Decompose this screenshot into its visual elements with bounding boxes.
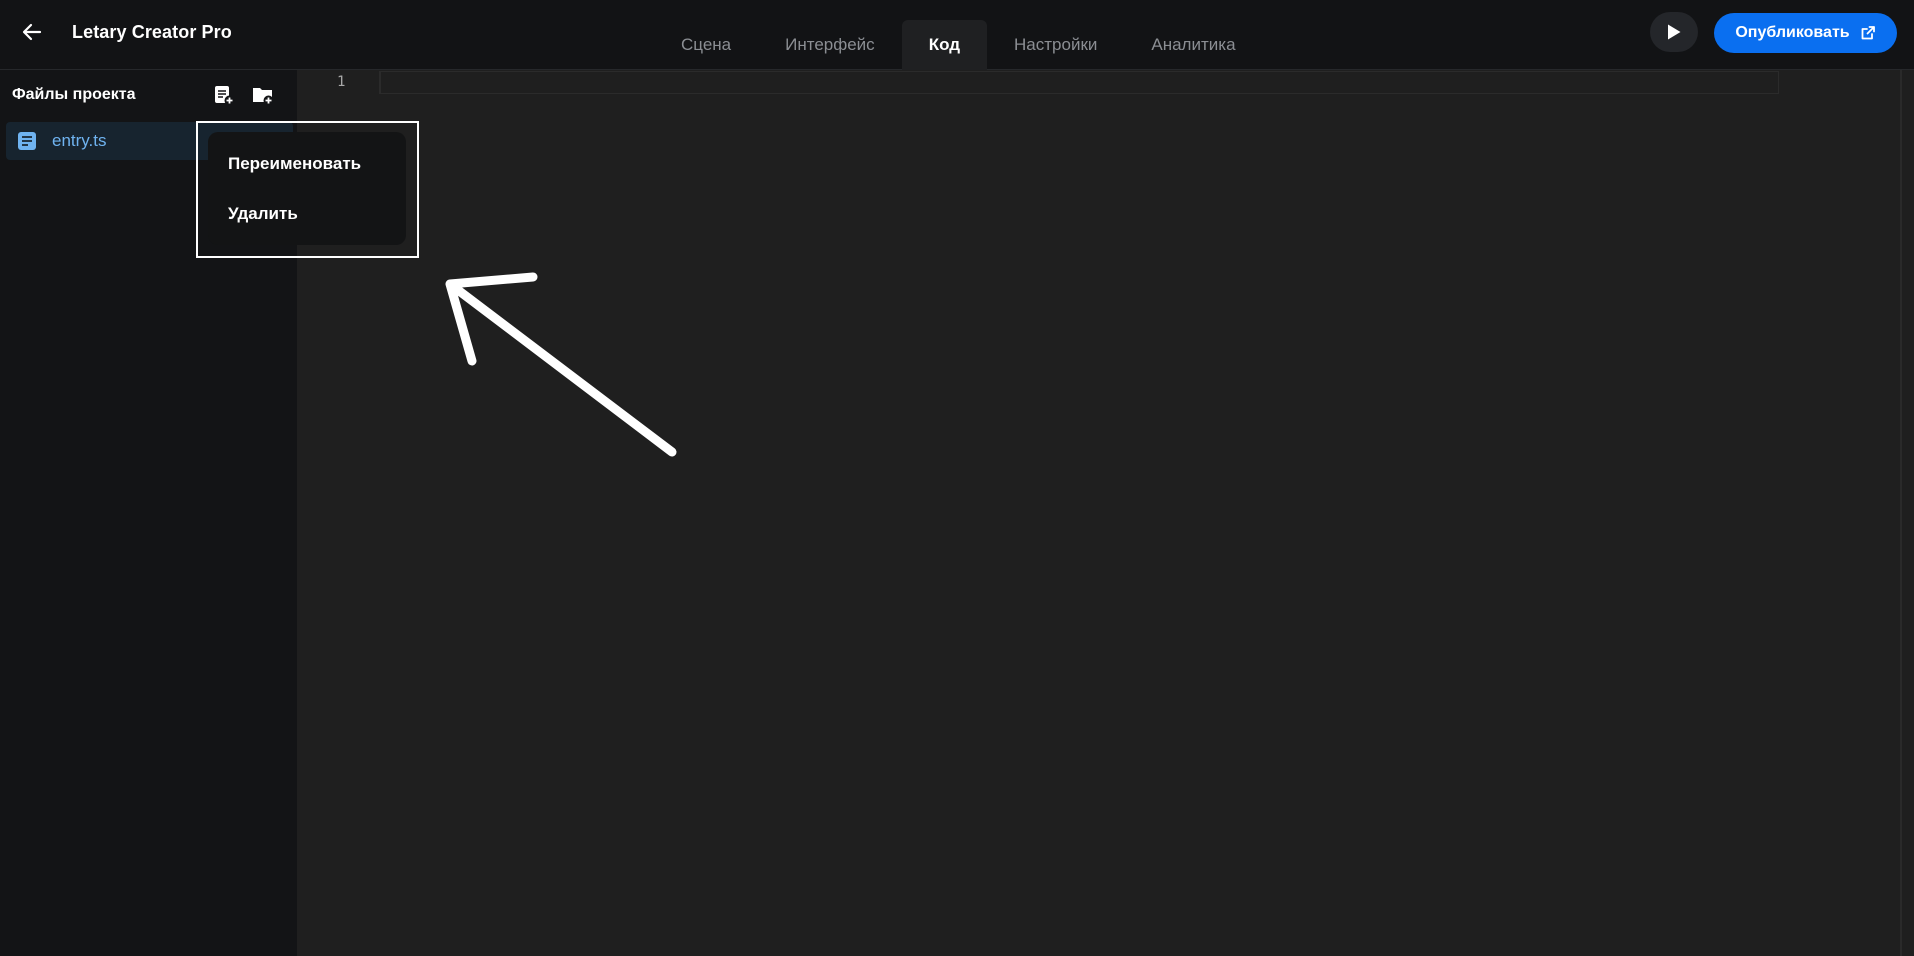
code-editor[interactable]: 1 (297, 70, 1914, 956)
add-file-icon (215, 86, 235, 106)
back-button[interactable] (14, 14, 50, 50)
sidebar-title: Файлы проекта (12, 86, 136, 103)
line-number: 1 (337, 74, 346, 90)
file-name: entry.ts (52, 131, 107, 150)
current-line-highlight[interactable] (379, 71, 1779, 94)
app-title: Letary Creator Pro (72, 22, 232, 42)
new-folder-button[interactable] (250, 82, 276, 108)
tab-code[interactable]: Код (901, 20, 988, 70)
publish-button-label: Опубликовать (1735, 24, 1850, 41)
menu-item-delete[interactable]: Удалить (228, 204, 298, 224)
top-bar: Letary Creator Pro Сцена Интерфейс Код Н… (0, 0, 1914, 70)
main-tabs: Сцена Интерфейс Код Настройки Аналитика (654, 20, 1263, 70)
play-button[interactable] (1650, 12, 1698, 52)
tab-interface[interactable]: Интерфейс (758, 20, 902, 70)
file-context-menu: Переименовать Удалить (208, 132, 406, 245)
new-file-button[interactable] (211, 82, 237, 108)
editor-scrollbar[interactable] (1900, 70, 1902, 956)
tab-scene[interactable]: Сцена (654, 20, 758, 70)
arrow-left-icon (22, 23, 42, 41)
app-window: Letary Creator Pro Сцена Интерфейс Код Н… (0, 0, 1914, 956)
file-icon (16, 130, 38, 152)
tab-analytics[interactable]: Аналитика (1124, 20, 1262, 70)
add-folder-icon (253, 88, 274, 106)
menu-item-rename[interactable]: Переименовать (228, 154, 361, 174)
publish-button[interactable]: Опубликовать (1714, 13, 1897, 53)
play-icon (1668, 24, 1681, 40)
external-link-icon (1861, 26, 1875, 40)
tab-settings[interactable]: Настройки (987, 20, 1124, 70)
